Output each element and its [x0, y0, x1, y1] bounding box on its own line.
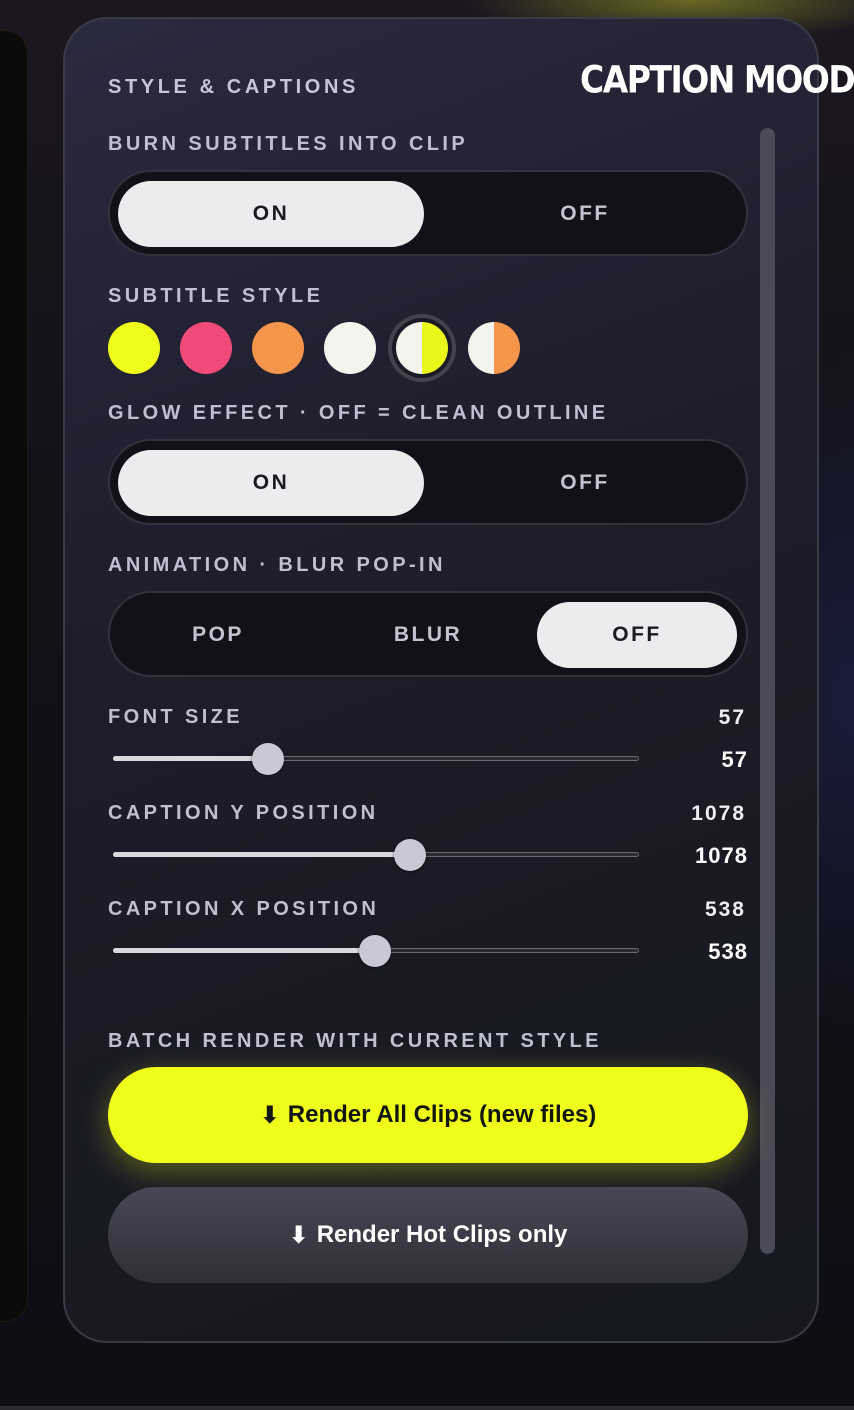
caption-x-slider[interactable]	[113, 933, 639, 969]
render-all-clips-label: Render All Clips (new files)	[287, 1101, 597, 1128]
caption-x-value: 538	[704, 898, 746, 921]
left-side-panel	[0, 30, 28, 1322]
slider-fill	[113, 852, 410, 857]
animation-toggle: POP BLUR OFF	[108, 591, 748, 677]
batch-render-label: BATCH RENDER WITH CURRENT STYLE	[108, 1030, 602, 1052]
glow-effect-toggle: ON OFF	[108, 439, 748, 525]
caption-x-label: CAPTION X POSITION	[108, 898, 380, 920]
render-hot-clips-button[interactable]: ⬇ Render Hot Clips only	[108, 1187, 748, 1283]
swatch-yellow[interactable]	[108, 322, 160, 374]
animation-label: ANIMATION · BLUR POP-IN	[108, 554, 446, 576]
font-size-value: 57	[718, 706, 746, 729]
brand-logo: CAPTION MOOD	[580, 58, 854, 102]
swatch-white-yellow[interactable]	[396, 322, 448, 374]
font-size-label: FONT SIZE	[108, 706, 244, 728]
caption-x-input[interactable]: 538	[708, 939, 748, 965]
burn-subtitles-label: BURN SUBTITLES INTO CLIP	[108, 133, 469, 155]
burn-subtitles-toggle: ON OFF	[108, 170, 748, 256]
animation-blur-option[interactable]: BLUR	[328, 602, 528, 668]
swatch-white[interactable]	[324, 322, 376, 374]
font-size-input[interactable]: 57	[722, 747, 748, 773]
caption-y-slider[interactable]	[113, 837, 639, 873]
swatch-pink[interactable]	[180, 322, 232, 374]
font-size-slider[interactable]	[113, 741, 639, 777]
slider-thumb[interactable]	[394, 839, 426, 871]
subtitle-style-label: SUBTITLE STYLE	[108, 285, 324, 307]
download-icon: ⬇	[288, 1221, 309, 1249]
caption-y-input[interactable]: 1078	[695, 843, 748, 869]
caption-y-value: 1078	[691, 802, 746, 825]
slider-thumb[interactable]	[359, 935, 391, 967]
slider-fill	[113, 756, 268, 761]
bottom-divider	[0, 1406, 854, 1410]
glow-effect-label: GLOW EFFECT · OFF = CLEAN OUTLINE	[108, 402, 609, 424]
burn-subtitles-off-option[interactable]: OFF	[432, 181, 738, 247]
animation-pop-option[interactable]: POP	[118, 602, 318, 668]
download-icon: ⬇	[259, 1101, 280, 1129]
render-hot-clips-label: Render Hot Clips only	[316, 1221, 568, 1248]
slider-thumb[interactable]	[252, 743, 284, 775]
glow-effect-on-option[interactable]: ON	[118, 450, 424, 516]
glow-effect-off-option[interactable]: OFF	[432, 450, 738, 516]
caption-y-label: CAPTION Y POSITION	[108, 802, 379, 824]
burn-subtitles-on-option[interactable]: ON	[118, 181, 424, 247]
slider-fill	[113, 948, 375, 953]
panel-title: STYLE & CAPTIONS	[108, 76, 359, 98]
swatch-orange[interactable]	[252, 322, 304, 374]
render-all-clips-button[interactable]: ⬇ Render All Clips (new files)	[108, 1067, 748, 1163]
animation-off-option[interactable]: OFF	[537, 602, 737, 668]
swatch-white-orange[interactable]	[468, 322, 520, 374]
panel-scrollbar[interactable]	[760, 128, 775, 1254]
